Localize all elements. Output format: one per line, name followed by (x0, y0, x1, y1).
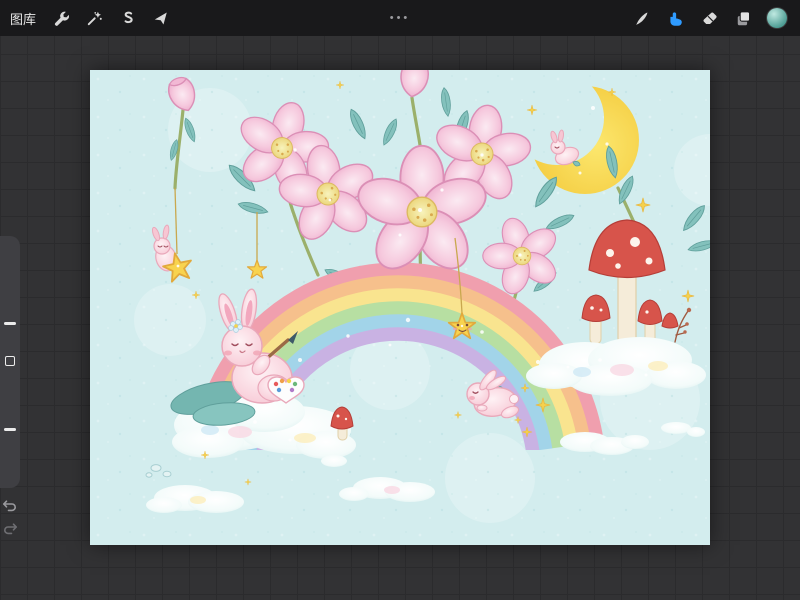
crescent-moon (531, 86, 639, 194)
left-tool-group (46, 3, 175, 33)
smudge-finger-icon (669, 11, 682, 26)
actions-button[interactable] (46, 3, 76, 33)
eraser-button[interactable] (694, 3, 724, 33)
selection-s-icon (124, 11, 133, 23)
eraser-icon (703, 12, 717, 24)
artwork-svg (90, 70, 710, 545)
gallery-button[interactable]: 图库 (10, 0, 36, 36)
redo-icon (4, 523, 17, 535)
transform-button[interactable] (145, 3, 175, 33)
brush-size-handle[interactable] (4, 322, 16, 325)
selection-button[interactable] (112, 3, 142, 33)
brush-icon (635, 12, 647, 25)
layers-icon (737, 10, 750, 25)
brush-size-slider[interactable] (0, 276, 20, 386)
right-tool-group (626, 3, 792, 33)
top-toolbar: 图库 ••• (0, 0, 800, 36)
smudge-button[interactable] (660, 3, 690, 33)
color-button[interactable] (762, 3, 792, 33)
adjustments-button[interactable] (79, 3, 109, 33)
modify-button[interactable] (5, 356, 15, 366)
paint-brush-button[interactable] (626, 3, 656, 33)
artwork-canvas[interactable] (90, 70, 710, 545)
sidebar-controls (0, 236, 20, 488)
color-swatch (767, 8, 787, 28)
transform-arrow-icon (154, 11, 167, 25)
opacity-handle[interactable] (4, 428, 16, 431)
magic-wand-icon (87, 11, 102, 25)
undo-button[interactable] (1, 497, 19, 515)
wrench-icon (54, 11, 69, 26)
layers-button[interactable] (728, 3, 758, 33)
opacity-slider[interactable] (0, 386, 20, 486)
redo-button[interactable] (1, 520, 19, 538)
undo-icon (3, 500, 16, 512)
